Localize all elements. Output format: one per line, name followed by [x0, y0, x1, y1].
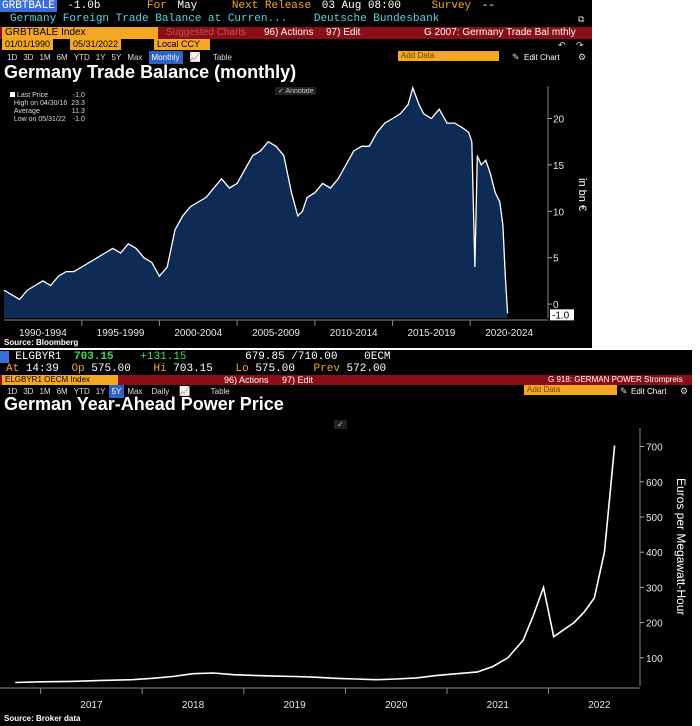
series-area [4, 87, 508, 319]
y-axis-label: Euros per Megawatt-Hour [674, 478, 688, 616]
x-tick-label: 2018 [182, 700, 205, 711]
y-tick-label: 10 [553, 207, 565, 218]
x-tick-label: 2010-2014 [330, 328, 378, 339]
y-tick-label: 600 [646, 478, 663, 489]
power-price-panel: ELGBYR1 703.15 +131.15 679.85 /710.00 0E… [0, 350, 692, 726]
x-tick-label: 2020-2024 [485, 328, 533, 339]
x-tick-label: 2020 [385, 700, 408, 711]
trade-balance-panel: GRBTBALE -1.0b For May Next Release 03 A… [0, 0, 592, 348]
source-note: Source: Bloomberg [4, 338, 79, 347]
source-note: Source: Broker data [4, 714, 81, 723]
y-tick-label: 200 [646, 619, 663, 630]
power-price-chart: 100 200 300 400 500 600 700 2017 2018 2019 2020 202… [0, 428, 663, 711]
y-tick-label: 100 [646, 654, 663, 665]
last-value-label: -1.0 [552, 310, 570, 321]
trade-balance-chart: 051015201990-1994 1995-1999 2000-2004 2005-… [3, 85, 574, 339]
y-tick-label: 700 [646, 443, 663, 454]
x-tick-label: 1995-1999 [97, 328, 145, 339]
x-tick-label: 2019 [283, 700, 306, 711]
x-tick-label: 2005-2009 [252, 328, 300, 339]
y-tick-label: 500 [646, 513, 663, 524]
series-line [15, 445, 616, 684]
y-tick-label: 300 [646, 583, 663, 594]
x-tick-label: 2021 [487, 700, 510, 711]
x-tick-label: 2000-2004 [174, 328, 222, 339]
x-tick-label: 2015-2019 [408, 328, 456, 339]
x-tick-label: 2022 [588, 700, 611, 711]
y-tick-label: 20 [553, 114, 565, 125]
y-tick-label: 400 [646, 548, 663, 559]
y-tick-label: 5 [553, 254, 559, 265]
y-axis-label: in bn € [576, 178, 588, 212]
y-tick-label: 15 [553, 161, 565, 172]
x-tick-label: 2017 [80, 700, 103, 711]
